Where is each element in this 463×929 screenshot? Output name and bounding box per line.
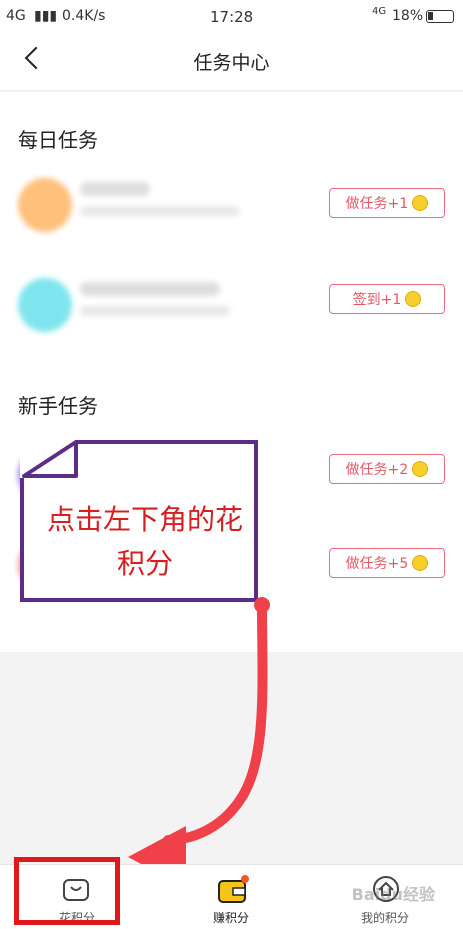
tab-earn[interactable]: 赚积分 bbox=[154, 865, 308, 929]
watermark: Baidu经验 bbox=[351, 885, 435, 904]
annotation-arrow bbox=[128, 597, 270, 888]
wallet-icon bbox=[218, 875, 249, 903]
tab-label: 我的积分 bbox=[360, 911, 409, 925]
highlight-box bbox=[14, 857, 120, 925]
tab-label: 赚积分 bbox=[212, 911, 249, 925]
